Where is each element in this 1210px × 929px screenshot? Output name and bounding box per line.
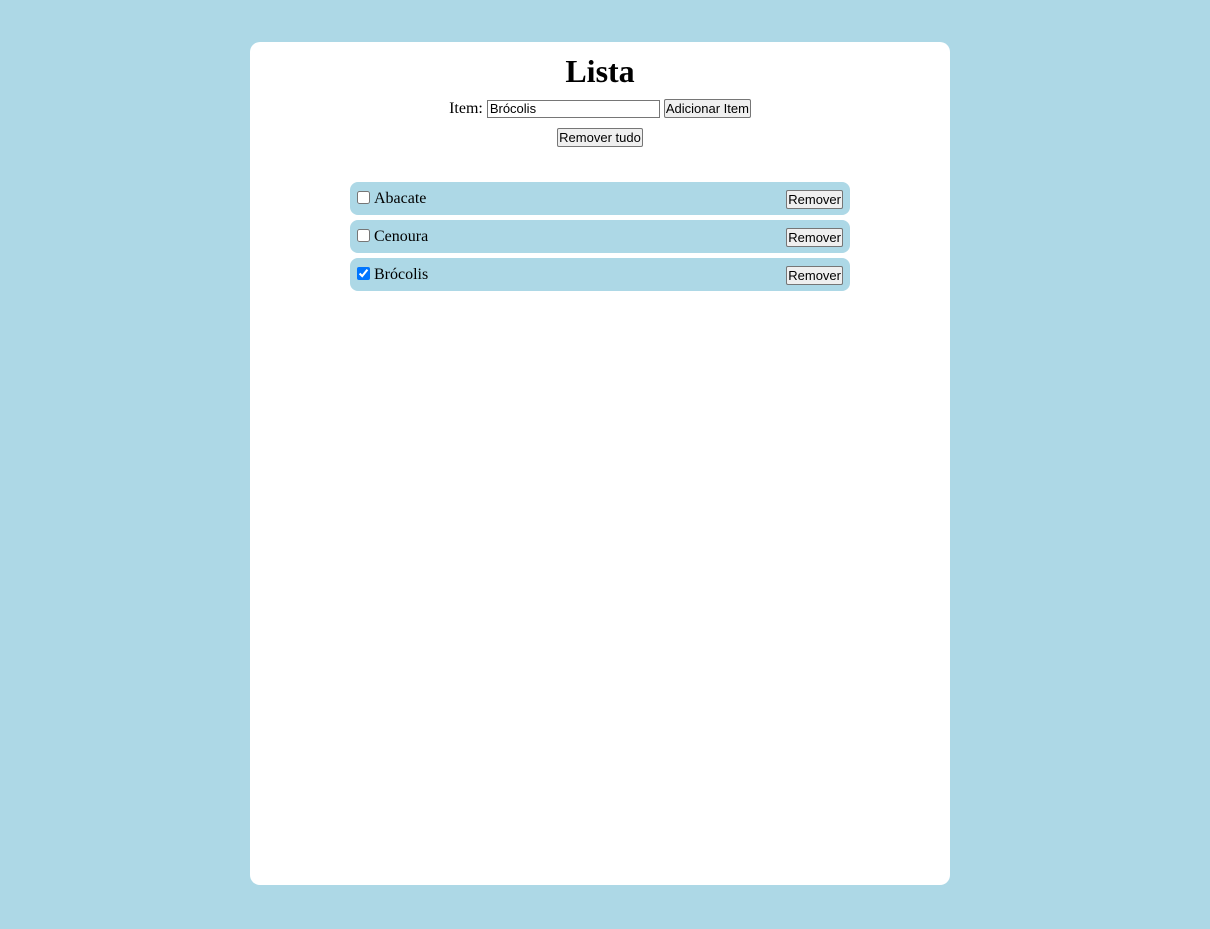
list-item: Brócolis Remover	[350, 258, 850, 291]
remove-item-button[interactable]: Remover	[786, 227, 843, 247]
remove-all-button[interactable]: Remover tudo	[557, 128, 643, 147]
list-item-content: Abacate	[357, 190, 426, 208]
item-label: Abacate	[374, 189, 427, 207]
add-item-form: Item: Adicionar Item	[250, 99, 950, 118]
list-item: Abacate Remover	[350, 182, 850, 215]
remove-item-button[interactable]: Remover	[786, 189, 843, 209]
remove-item-button[interactable]: Remover	[786, 265, 843, 285]
item-checkbox[interactable]	[357, 229, 370, 242]
item-input[interactable]	[486, 99, 660, 118]
list-item: Cenoura Remover	[350, 220, 850, 253]
list-card: Lista Item: Adicionar Item Remover tudo …	[250, 42, 950, 885]
page-title: Lista	[565, 53, 635, 89]
remove-all-row: Remover tudo	[250, 128, 950, 147]
item-label: Cenoura	[374, 227, 429, 245]
add-item-button[interactable]: Adicionar Item	[663, 99, 751, 118]
list-item-content: Brócolis	[357, 266, 428, 284]
item-checkbox[interactable]	[357, 267, 370, 280]
item-label: Brócolis	[374, 265, 429, 283]
item-list: Abacate Remover Cenoura Remover Brócolis…	[350, 182, 850, 296]
item-checkbox[interactable]	[357, 191, 370, 204]
item-field-label: Item:	[449, 99, 483, 117]
list-item-content: Cenoura	[357, 228, 428, 246]
